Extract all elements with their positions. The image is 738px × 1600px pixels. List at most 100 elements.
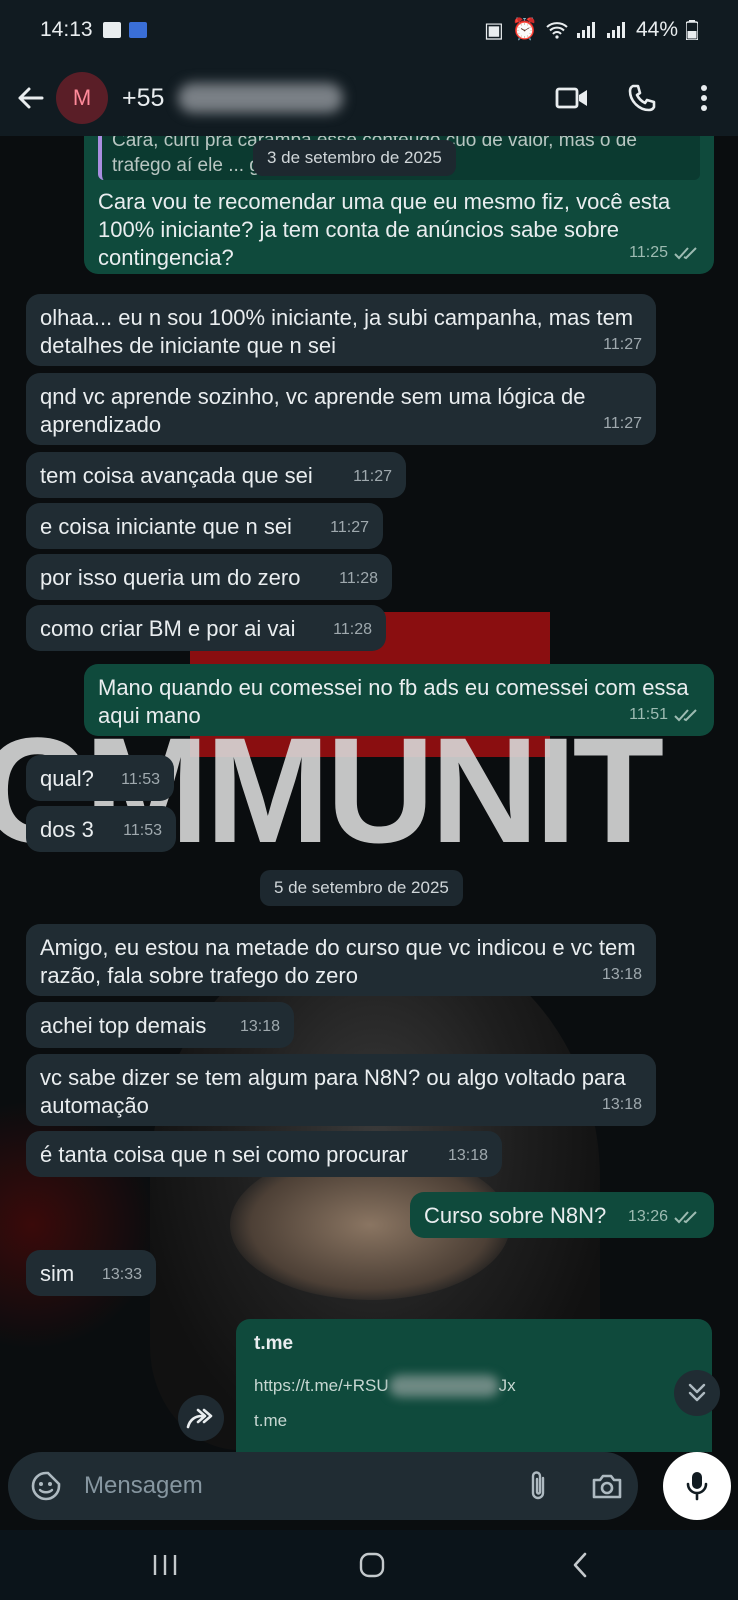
message-input[interactable] [84, 1472, 504, 1500]
wifi-icon [546, 22, 568, 39]
battery-level: 44% [635, 18, 678, 41]
nav-back-button[interactable] [550, 1542, 610, 1588]
home-button[interactable] [342, 1542, 402, 1588]
voice-call-button[interactable] [618, 74, 666, 122]
message-bubble-incoming[interactable]: qnd vc aprende sozinho, vc aprende sem u… [26, 373, 656, 445]
message-text: é tanta coisa que n sei como procurar [40, 1142, 409, 1167]
signal-2-icon [606, 22, 625, 38]
scroll-to-bottom-button[interactable] [674, 1370, 720, 1416]
emoji-sticker-button[interactable] [24, 1464, 68, 1508]
message-bubble-incoming[interactable]: qual? 11:53 [26, 755, 174, 801]
gallery-notification-icon [102, 22, 121, 38]
status-time: 14:13 [40, 18, 93, 41]
link-preview-url[interactable]: https://t.me/+RSU Jx [254, 1375, 694, 1397]
read-ticks-icon [674, 1211, 697, 1224]
message-bubble-incoming[interactable]: Amigo, eu estou na metade do curso que v… [26, 924, 656, 996]
message-time: 13:18 [239, 1018, 280, 1035]
date-separator: 5 de setembro de 2025 [260, 870, 463, 906]
message-bubble-incoming[interactable]: achei top demais 13:18 [26, 1002, 294, 1048]
video-call-button[interactable] [548, 74, 596, 122]
contact-avatar[interactable]: M [56, 72, 108, 124]
message-text: olhaa... eu n sou 100% iniciante, ja sub… [40, 305, 640, 358]
paperclip-icon [531, 1471, 545, 1500]
message-bubble-incoming[interactable]: sim 13:33 [26, 1250, 156, 1296]
link-preview-domain: t.me [254, 1411, 288, 1430]
home-icon [359, 1552, 385, 1578]
back-button[interactable] [6, 74, 54, 122]
signal-icon [576, 22, 595, 38]
message-list[interactable]: Cara, curti pra caramba esse conteúdo cu… [0, 136, 738, 1452]
message-bubble-incoming[interactable]: tem coisa avançada que sei 11:27 [26, 452, 406, 498]
read-ticks-icon [674, 709, 697, 722]
system-navigation-bar [0, 1530, 738, 1600]
more-options-button[interactable] [680, 74, 728, 122]
message-text: qnd vc aprende sozinho, vc aprende sem u… [40, 384, 592, 437]
message-bubble-incoming[interactable]: é tanta coisa que n sei como procurar 13… [26, 1131, 502, 1177]
message-bubble-incoming[interactable]: olhaa... eu n sou 100% iniciante, ja sub… [26, 294, 656, 366]
recents-icon [153, 1555, 177, 1575]
camera-icon [592, 1474, 622, 1499]
status-bar: 14:13 ▣ ⏰ 44% [0, 0, 738, 60]
message-time: 11:25 [629, 244, 668, 261]
message-text: Amigo, eu estou na metade do curso que v… [40, 935, 642, 988]
contact-phone-prefix: +55 [122, 83, 165, 112]
message-text: vc sabe dizer se tem algum para N8N? ou … [40, 1065, 632, 1118]
message-bubble-incoming[interactable]: dos 3 11:53 [26, 806, 176, 852]
recent-apps-button[interactable] [135, 1542, 195, 1588]
message-time: 11:53 [123, 822, 162, 839]
message-composer [8, 1452, 638, 1520]
microphone-icon [686, 1472, 708, 1501]
sim-icon: ▣ [483, 18, 504, 42]
message-time: 13:26 [627, 1208, 668, 1225]
message-text: e coisa iniciante que n sei [40, 514, 292, 539]
message-text: Mano quando eu comessei no fb ads eu com… [98, 675, 695, 728]
message-time: 11:28 [339, 570, 378, 587]
video-camera-icon [555, 87, 587, 109]
link-preview-bubble[interactable]: t.me https://t.me/+RSU Jx t.me [236, 1319, 712, 1452]
message-text: por isso queria um do zero [40, 565, 301, 590]
message-time: 13:18 [447, 1147, 488, 1164]
message-bubble-incoming[interactable]: como criar BM e por ai vai 11:28 [26, 605, 386, 651]
voice-message-button[interactable] [663, 1452, 731, 1520]
message-bubble-incoming[interactable]: por isso queria um do zero 11:28 [26, 554, 392, 600]
redacted-link [388, 1375, 499, 1397]
message-time: 11:27 [330, 519, 369, 536]
forward-button[interactable] [178, 1395, 224, 1441]
message-text: como criar BM e por ai vai [40, 616, 296, 641]
message-bubble-incoming[interactable]: vc sabe dizer se tem algum para N8N? ou … [26, 1054, 656, 1126]
message-time: 13:18 [601, 966, 642, 983]
contact-name[interactable]: +55 [122, 83, 344, 113]
arrow-left-icon [18, 87, 44, 109]
chevron-left-icon [573, 1552, 587, 1578]
message-time: 11:28 [333, 621, 372, 638]
message-time: 11:27 [603, 336, 642, 353]
message-time: 11:27 [353, 468, 392, 485]
redacted-phone [178, 83, 344, 113]
app-notification-icon [128, 22, 147, 38]
phone-icon [628, 84, 656, 112]
more-vertical-icon [701, 85, 707, 111]
message-bubble-outgoing[interactable]: Curso sobre N8N? 13:26 [410, 1192, 714, 1238]
link-preview-title: t.me [254, 1333, 294, 1354]
attach-button[interactable] [516, 1464, 560, 1508]
message-text: Cara vou te recomendar uma que eu mesmo … [98, 189, 677, 270]
message-bubble-outgoing[interactable]: Mano quando eu comessei no fb ads eu com… [84, 664, 714, 736]
read-ticks-icon [674, 247, 697, 260]
date-separator: 3 de setembro de 2025 [253, 140, 456, 176]
link-url-start: https://t.me/+RSU [254, 1376, 389, 1395]
message-time: 11:27 [603, 415, 642, 432]
chat-screen: CMMUNIT 14:13 ▣ ⏰ 44% M +55 Cara, curti … [0, 0, 738, 1600]
forward-icon [186, 1408, 213, 1429]
camera-button[interactable] [585, 1464, 629, 1508]
message-time: 13:18 [601, 1096, 642, 1113]
message-time: 11:53 [121, 771, 160, 788]
double-chevron-down-icon [688, 1383, 706, 1402]
message-bubble-incoming[interactable]: e coisa iniciante que n sei 11:27 [26, 503, 383, 549]
message-time: 13:33 [101, 1266, 142, 1283]
battery-icon [686, 20, 698, 40]
alarm-icon: ⏰ [511, 18, 538, 41]
message-time: 11:51 [629, 706, 668, 723]
message-text: tem coisa avançada que sei [40, 463, 313, 488]
link-url-end: Jx [498, 1376, 516, 1395]
chat-header: M +55 [0, 60, 738, 136]
